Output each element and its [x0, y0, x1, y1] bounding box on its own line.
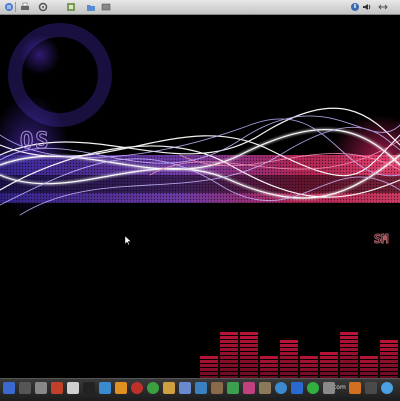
wallpaper-graphic	[0, 23, 400, 379]
ebook-icon[interactable]	[243, 382, 255, 394]
equalizer-bar	[260, 356, 278, 379]
clapper-icon[interactable]	[365, 382, 377, 394]
update-icon[interactable]	[350, 2, 360, 12]
skype-icon[interactable]	[307, 382, 319, 394]
side-text: SM	[373, 232, 389, 246]
pen-icon[interactable]	[291, 382, 303, 394]
settings-icon[interactable]	[38, 2, 48, 12]
folder-icon[interactable]	[86, 2, 96, 12]
top-panel	[0, 0, 400, 15]
equalizer-bar	[340, 332, 358, 379]
network-status-icon[interactable]	[378, 2, 388, 12]
logo-text: OS	[20, 129, 51, 154]
tools-icon[interactable]	[163, 382, 175, 394]
terminal2-icon[interactable]	[83, 382, 95, 394]
dock-taskbar: com	[0, 378, 400, 401]
settings-icon[interactable]	[35, 382, 47, 394]
paint-icon[interactable]	[323, 382, 335, 394]
panel-separator	[15, 2, 16, 12]
equalizer-bar	[380, 340, 398, 379]
equalizer-bar	[280, 340, 298, 379]
equalizer-bar	[320, 352, 338, 379]
bird-icon[interactable]	[115, 382, 127, 394]
media-player-icon[interactable]	[179, 382, 191, 394]
opera-icon[interactable]	[131, 382, 143, 394]
desktop-wallpaper: OS SM	[0, 15, 400, 380]
play-icon[interactable]	[381, 382, 393, 394]
window-icon[interactable]	[101, 2, 111, 12]
equalizer-bar	[200, 356, 218, 379]
photo-icon[interactable]	[51, 382, 63, 394]
monitor-icon[interactable]	[19, 382, 31, 394]
printer-icon[interactable]	[67, 382, 79, 394]
equalizer-bar	[240, 332, 258, 379]
leaf-icon[interactable]	[227, 382, 239, 394]
gimp-icon[interactable]	[259, 382, 271, 394]
equalizer-graphic	[200, 332, 398, 379]
mascot-icon[interactable]	[99, 382, 111, 394]
equalizer-bar	[300, 356, 318, 379]
guitar-icon[interactable]	[349, 382, 361, 394]
shield-icon[interactable]	[195, 382, 207, 394]
terminal-icon[interactable]	[3, 382, 15, 394]
equalizer-bar	[360, 356, 378, 379]
printer-icon[interactable]	[20, 2, 30, 12]
clock-icon[interactable]	[147, 382, 159, 394]
network-icon[interactable]	[66, 2, 76, 12]
volume-icon[interactable]	[362, 2, 372, 12]
equalizer-bar	[220, 332, 238, 379]
chat-icon[interactable]	[275, 382, 287, 394]
archive-icon[interactable]	[211, 382, 223, 394]
menu-icon[interactable]	[4, 2, 14, 12]
mouse-cursor-icon	[125, 236, 131, 245]
